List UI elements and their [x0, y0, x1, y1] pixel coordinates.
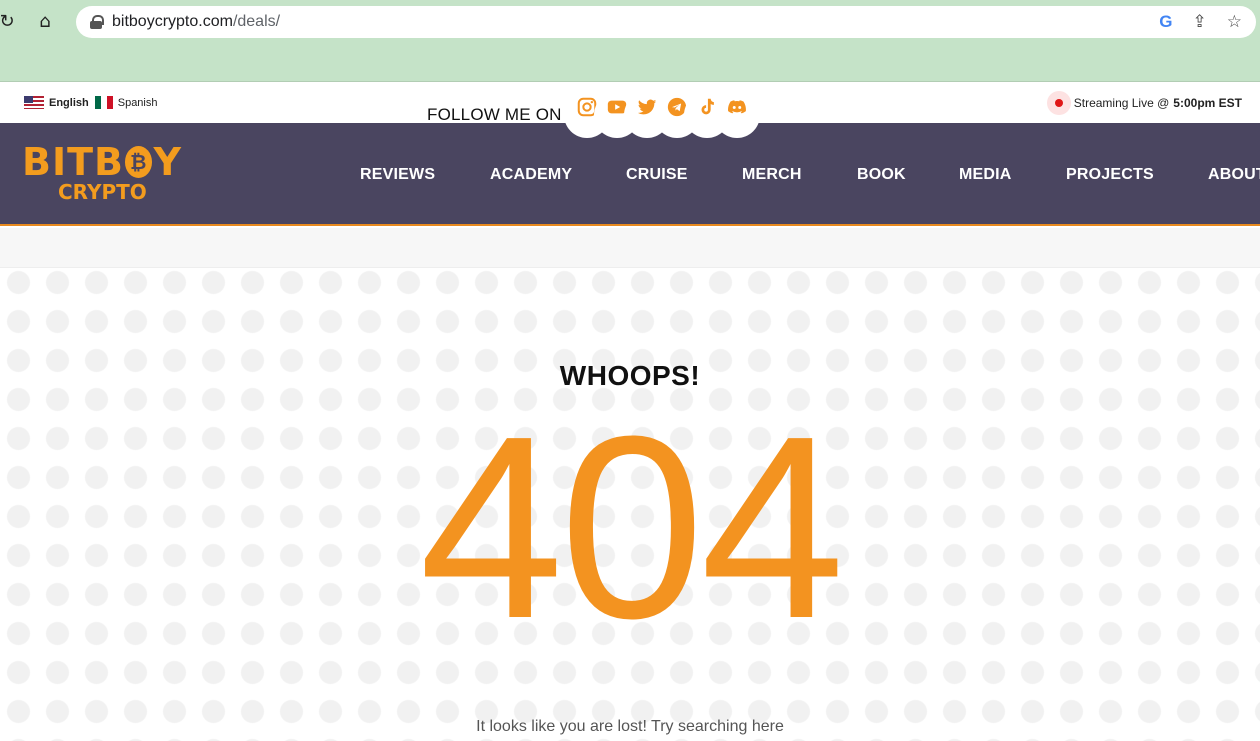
mexico-flag-icon[interactable] — [94, 96, 113, 109]
nav-item-book[interactable]: BOOK — [857, 166, 906, 184]
nav-item-projects[interactable]: PROJECTS — [1066, 166, 1154, 184]
language-switcher: English Spanish — [24, 96, 158, 109]
nav-item-academy[interactable]: ACADEMY — [490, 166, 572, 184]
reload-icon[interactable]: ↻ — [0, 8, 20, 34]
bookmark-star-icon[interactable]: ☆ — [1227, 12, 1242, 32]
browser-toolbar: ↻ ⌂ bitboycrypto.com/deals/ G ⇪ ☆ — [0, 0, 1260, 82]
live-time: 5:00pm EST — [1173, 96, 1242, 110]
error-message: It looks like you are lost! Try searchin… — [476, 718, 784, 735]
nav-menu: REVIEWS ACADEMY CRUISE MERCH BOOK MEDIA … — [0, 123, 1260, 226]
us-flag-icon[interactable] — [24, 96, 44, 109]
discord-icon[interactable] — [713, 92, 760, 138]
live-dot-icon — [1046, 91, 1071, 115]
error-code: 404 — [419, 383, 845, 673]
url-domain: bitboycrypto.com — [112, 13, 233, 30]
nav-item-media[interactable]: MEDIA — [959, 166, 1012, 184]
url-path: /deals/ — [232, 13, 281, 30]
main-navigation: BITB ₿ Y CRYPTO REVIEWS ACADEMY CRUISE MER… — [0, 123, 1260, 226]
follow-label: FOLLOW ME ON — [427, 105, 562, 124]
url-text[interactable]: bitboycrypto.com/deals/ — [112, 13, 280, 31]
nav-item-merch[interactable]: MERCH — [742, 166, 802, 184]
language-english[interactable]: English — [49, 97, 89, 109]
live-stream-indicator[interactable]: Streaming Live @ 5:00pm EST — [1046, 91, 1242, 115]
top-utility-bar: English Spanish FOLLOW ME ON Streaming L… — [0, 82, 1260, 138]
google-lens-icon[interactable]: G — [1159, 12, 1172, 32]
address-bar[interactable]: bitboycrypto.com/deals/ G ⇪ ☆ — [76, 6, 1256, 38]
language-spanish[interactable]: Spanish — [118, 97, 158, 109]
nav-item-cruise[interactable]: CRUISE — [626, 166, 688, 184]
nav-item-about[interactable]: ABOUT — [1208, 166, 1260, 184]
home-icon[interactable]: ⌂ — [32, 8, 58, 34]
nav-item-reviews[interactable]: REVIEWS — [360, 166, 435, 184]
share-icon[interactable]: ⇪ — [1193, 12, 1207, 32]
lock-icon[interactable] — [90, 15, 104, 29]
live-label: Streaming Live @ — [1073, 96, 1170, 110]
page-header-band — [0, 228, 1260, 268]
error-section: WHOOPS! 404 It looks like you are lost! … — [0, 268, 1260, 741]
